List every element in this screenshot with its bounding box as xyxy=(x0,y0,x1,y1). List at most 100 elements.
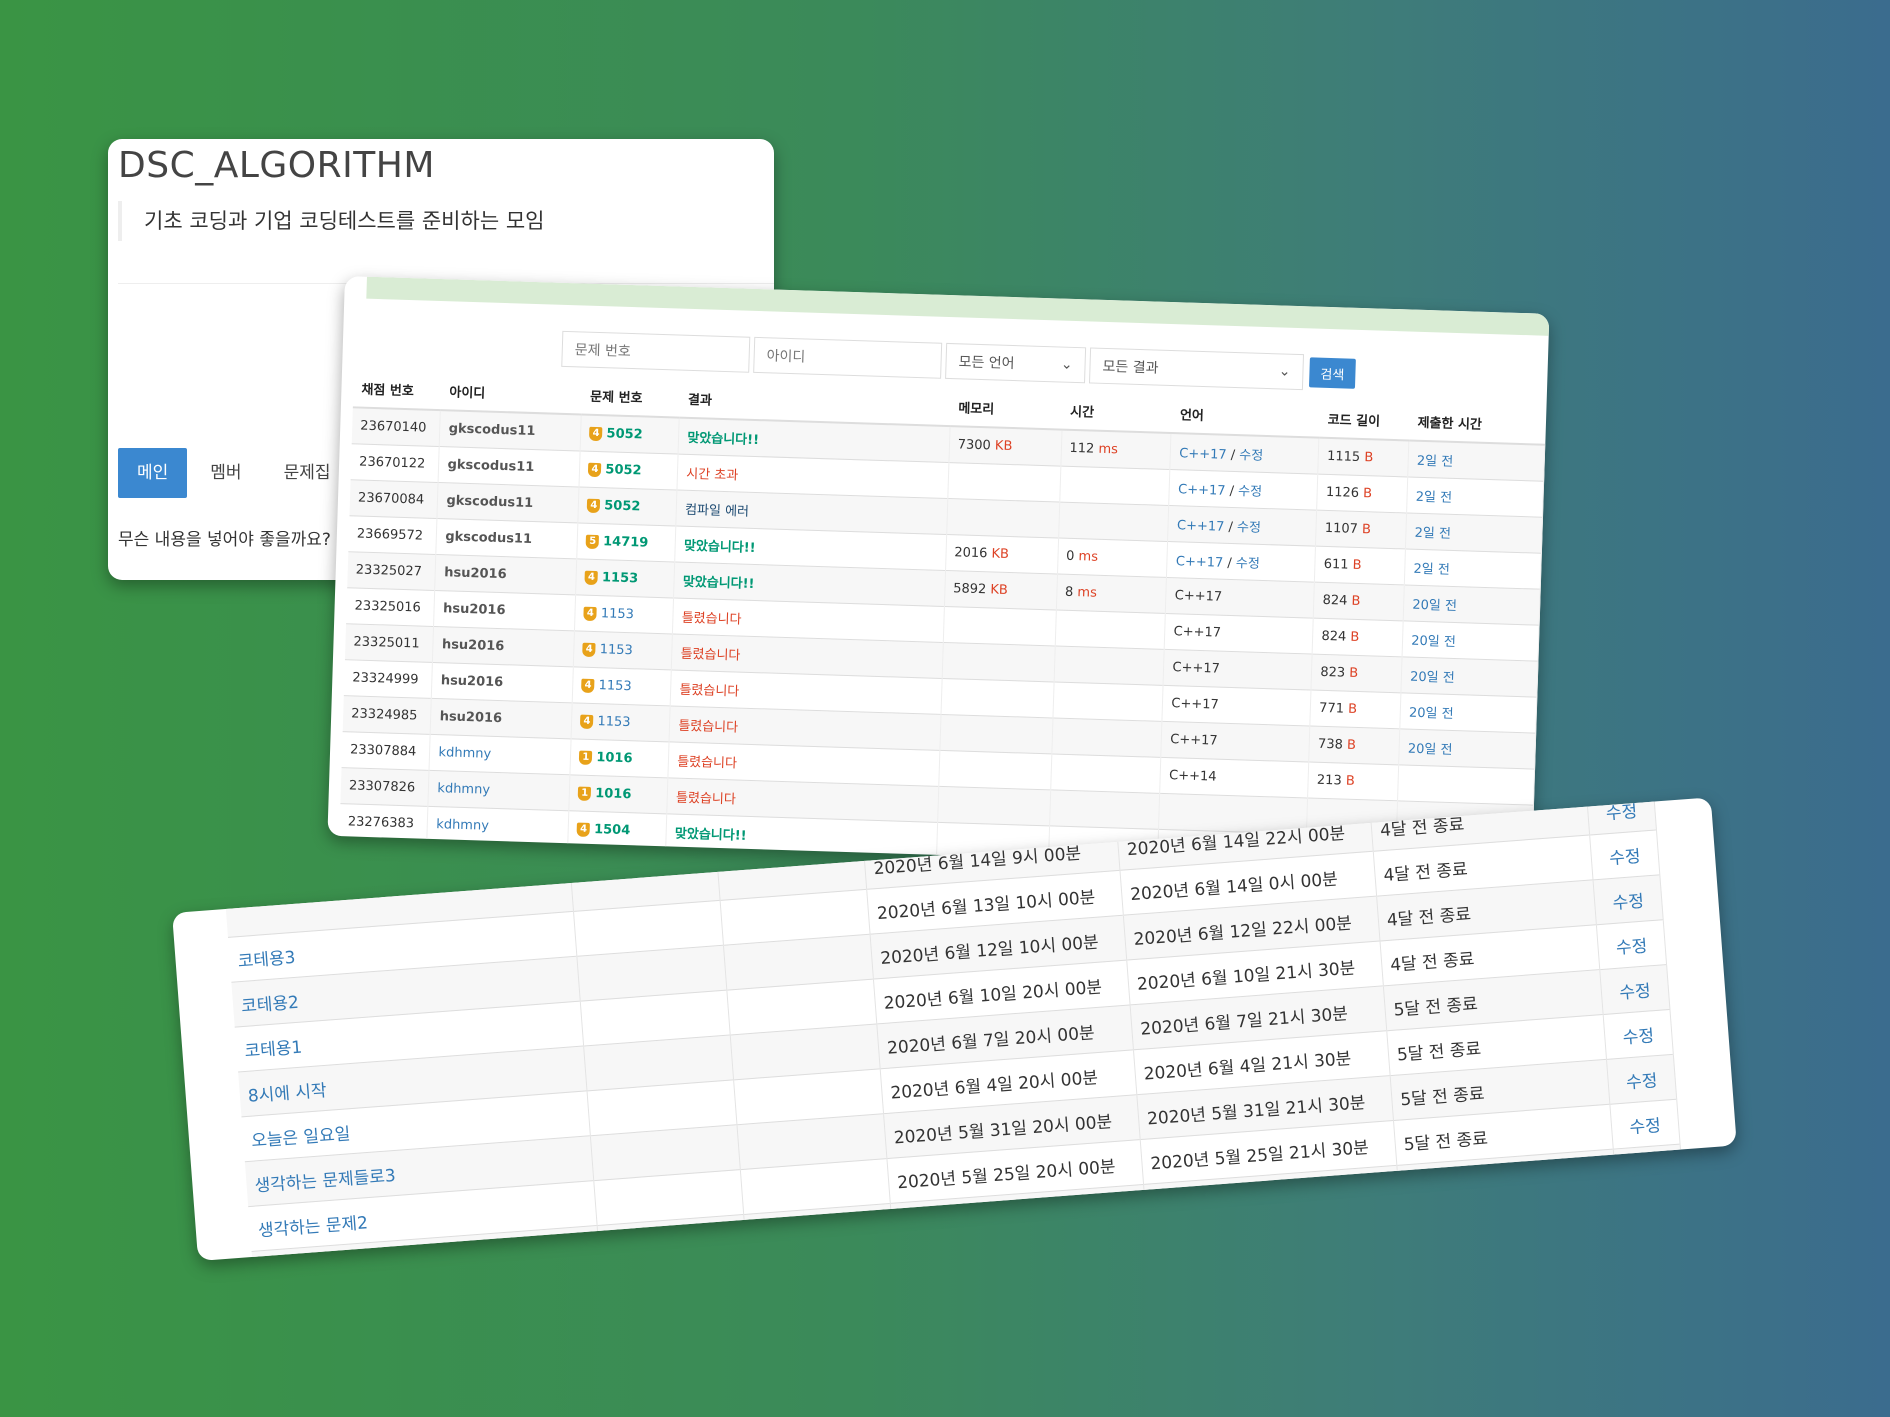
language-link[interactable]: C++14 xyxy=(1169,768,1217,784)
problem-id-link[interactable]: 1153 xyxy=(601,606,635,622)
problem-cell[interactable]: 4 5052 xyxy=(580,414,680,455)
user-id[interactable]: kdhmny xyxy=(437,781,490,798)
edit-code-link[interactable]: 수정 xyxy=(1238,484,1262,500)
problem-id-link[interactable]: 5052 xyxy=(604,498,641,514)
time-cell xyxy=(1050,753,1162,794)
memory-unit: KB xyxy=(990,582,1009,598)
submitted-time-link[interactable]: 2일 전 xyxy=(1414,526,1451,542)
user-id-link[interactable]: kdhmny xyxy=(428,770,571,811)
user-id[interactable]: hsu2016 xyxy=(442,637,505,654)
language-link[interactable]: C++17 xyxy=(1177,518,1225,534)
edit-code-link[interactable]: 수정 xyxy=(1237,520,1261,536)
result-select[interactable]: 모든 결과 ⌄ xyxy=(1088,347,1305,391)
user-id-link[interactable]: gkscodus11 xyxy=(439,410,582,451)
problem-id-link[interactable]: 1153 xyxy=(602,570,639,586)
language-link[interactable]: C++17 xyxy=(1178,482,1226,498)
user-id-link[interactable]: gkscodus11 xyxy=(438,446,581,487)
col-language: 언어 xyxy=(1171,394,1321,438)
problem-number-input[interactable]: 문제 번호 xyxy=(561,330,751,373)
edit-contest-link[interactable]: 수정 xyxy=(1613,1144,1684,1194)
search-button[interactable]: 검색 xyxy=(1308,357,1356,389)
problem-cell[interactable]: 1 1016 xyxy=(569,774,669,814)
code-length-value: 771 xyxy=(1318,700,1345,717)
user-id-link[interactable]: hsu2016 xyxy=(435,554,578,595)
user-id[interactable]: hsu2016 xyxy=(443,601,506,618)
user-id-link[interactable]: hsu2016 xyxy=(432,626,575,667)
tab-main[interactable]: 메인 xyxy=(118,448,188,498)
tab-members[interactable]: 멤버 xyxy=(191,448,260,498)
problem-cell[interactable]: 1 1016 xyxy=(570,738,670,778)
user-id-link[interactable]: kdhmny xyxy=(429,734,572,775)
result-text: 틀렸습니다 xyxy=(676,754,738,772)
chevron-down-icon: ⌄ xyxy=(1060,356,1073,373)
submitted-time-link[interactable]: 2일 전 xyxy=(1413,562,1450,578)
user-id-link[interactable]: gkscodus11 xyxy=(436,518,579,559)
problem-cell[interactable]: 4 1153 xyxy=(575,558,675,598)
problem-id-link[interactable]: 1153 xyxy=(599,642,633,658)
problem-cell[interactable]: 5 14719 xyxy=(577,522,677,563)
user-id-link[interactable]: gkscodus11 xyxy=(437,482,580,523)
user-id-link[interactable]: kdhmny xyxy=(427,806,570,847)
language-link[interactable]: C++17 xyxy=(1172,660,1220,676)
user-id[interactable]: gkscodus11 xyxy=(447,457,534,475)
user-id[interactable]: gkscodus11 xyxy=(445,529,532,547)
problem-id-link[interactable]: 5052 xyxy=(606,426,643,442)
language-link[interactable]: C++17 xyxy=(1176,554,1224,570)
user-id-link[interactable]: hsu2016 xyxy=(431,662,574,703)
tier-badge-icon: 1 xyxy=(579,750,593,765)
edit-contest-link[interactable]: 수정 xyxy=(1586,797,1657,835)
problem-cell[interactable]: 4 5052 xyxy=(578,486,678,527)
language-select[interactable]: 모든 언어 ⌄ xyxy=(945,342,1087,384)
problem-id-link[interactable]: 1504 xyxy=(594,822,631,838)
problem-cell[interactable]: 4 1153 xyxy=(571,702,671,742)
problem-cell[interactable]: 4 1153 xyxy=(574,594,674,634)
user-id[interactable]: kdhmny xyxy=(438,745,491,762)
user-id[interactable]: gkscodus11 xyxy=(446,493,533,511)
edit-contest-link[interactable]: 수정 xyxy=(1609,1099,1681,1150)
user-id[interactable]: gkscodus11 xyxy=(448,421,535,439)
user-id[interactable]: hsu2016 xyxy=(444,565,507,582)
user-id-link[interactable]: hsu2016 xyxy=(434,590,576,631)
problem-cell[interactable]: 4 5052 xyxy=(579,450,679,491)
memory-cell xyxy=(942,606,1056,646)
problem-id-link[interactable]: 1016 xyxy=(596,750,633,766)
problem-id-link[interactable]: 1153 xyxy=(597,714,631,730)
edit-contest-link[interactable]: 수정 xyxy=(1593,874,1664,925)
tab-workbook[interactable]: 문제집 xyxy=(265,448,350,498)
submitted-time-link[interactable]: 20일 전 xyxy=(1409,706,1454,722)
language-link[interactable]: C++17 xyxy=(1173,624,1221,640)
language-link[interactable]: C++17 xyxy=(1175,588,1223,604)
memory-cell: 7300 KB xyxy=(948,426,1062,467)
edit-contest-link[interactable]: 수정 xyxy=(1606,1054,1677,1105)
language-link[interactable]: C++17 xyxy=(1179,446,1227,462)
problem-id-link[interactable]: 1016 xyxy=(595,786,632,802)
problem-cell[interactable]: 4 1504 xyxy=(568,810,668,850)
submitted-time-link[interactable]: 20일 전 xyxy=(1410,670,1455,686)
user-id[interactable]: hsu2016 xyxy=(441,673,504,690)
problem-id-link[interactable]: 14719 xyxy=(603,534,649,550)
submitted-time-link[interactable]: 2일 전 xyxy=(1416,490,1453,506)
problem-cell[interactable]: 4 1153 xyxy=(572,666,672,706)
edit-contest-link[interactable]: 수정 xyxy=(1589,829,1660,880)
submitted-time-link[interactable]: 20일 전 xyxy=(1412,598,1457,614)
submitted-time-cell: 2일 전 xyxy=(1404,548,1542,590)
edit-contest-link[interactable]: 수정 xyxy=(1599,964,1670,1015)
submitted-time-link[interactable]: 2일 전 xyxy=(1417,454,1454,470)
edit-code-link[interactable]: 수정 xyxy=(1236,556,1260,572)
submitted-time-link[interactable]: 20일 전 xyxy=(1411,634,1456,650)
user-id[interactable]: kdhmny xyxy=(436,817,489,834)
language-link[interactable]: C++17 xyxy=(1171,696,1219,712)
edit-contest-link[interactable]: 수정 xyxy=(1603,1009,1674,1060)
edit-contest-link[interactable]: 수정 xyxy=(1596,919,1667,970)
user-id[interactable]: hsu2016 xyxy=(439,709,502,726)
language-link[interactable]: C++17 xyxy=(1170,732,1218,748)
problem-id-link[interactable]: 5052 xyxy=(605,462,642,478)
problem-id-link[interactable]: 1153 xyxy=(598,678,632,694)
submitted-time-link[interactable]: 20일 전 xyxy=(1408,742,1453,758)
problem-cell[interactable]: 4 1153 xyxy=(573,630,673,670)
user-id-link[interactable]: hsu2016 xyxy=(430,698,573,739)
time-cell xyxy=(1049,789,1161,830)
edit-contest-link[interactable] xyxy=(1616,1188,1687,1239)
edit-code-link[interactable]: 수정 xyxy=(1239,448,1263,464)
user-id-input[interactable]: 아이디 xyxy=(753,336,943,379)
